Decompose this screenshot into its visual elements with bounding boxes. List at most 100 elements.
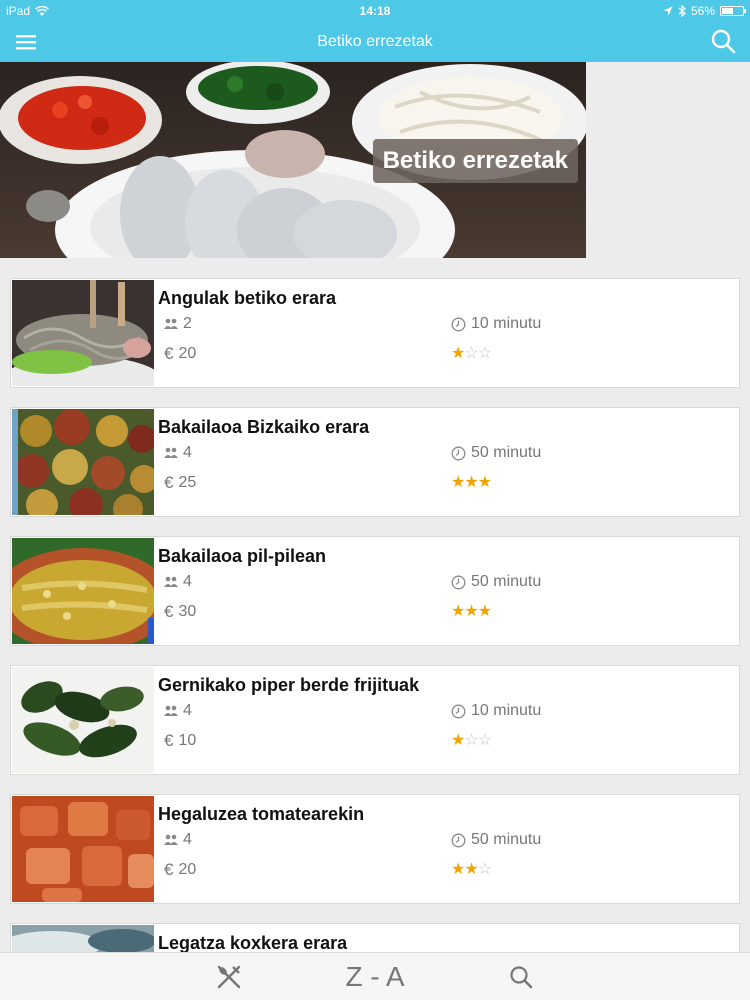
recipe-thumbnail <box>12 409 154 515</box>
prep-time: 50 minutu <box>451 573 541 591</box>
price-value: 30 <box>178 603 197 620</box>
price-value: 10 <box>178 732 197 749</box>
servings: 4 <box>164 831 192 849</box>
clock-icon <box>451 446 466 460</box>
search-icon <box>711 29 736 54</box>
euro-icon: € <box>164 344 174 363</box>
people-icon <box>164 705 178 716</box>
euro-icon: € <box>164 602 174 621</box>
recipe-card[interactable]: Angulak betiko erara 2 € 20 10 minutu ★☆… <box>10 278 740 388</box>
battery-percent: 56% <box>690 4 715 18</box>
time-value: 50 minutu <box>471 573 542 590</box>
servings-value: 4 <box>183 573 192 590</box>
tab-recipes[interactable] <box>212 961 246 993</box>
star-rating: ★★☆ <box>451 859 492 879</box>
price-value: 20 <box>178 345 197 362</box>
star-empty-icon: ☆ <box>477 345 492 362</box>
star-empty-icon: ☆ <box>464 732 478 749</box>
difficulty-rating: ★★☆ <box>451 859 492 879</box>
recipe-card[interactable]: Bakailaoa pil-pilean 4 € 30 50 minutu ★★… <box>10 536 740 646</box>
search-icon <box>510 966 533 989</box>
people-icon <box>164 576 178 587</box>
status-bar: iPad 14:18 56% <box>0 0 750 22</box>
difficulty-rating: ★☆☆ <box>451 730 492 750</box>
price: € 20 <box>164 344 196 364</box>
star-filled-icon: ★ <box>477 603 492 620</box>
people-icon <box>164 447 178 458</box>
recipe-card[interactable]: Bakailaoa Bizkaiko erara 4 € 25 50 minut… <box>10 407 740 517</box>
star-rating: ★☆☆ <box>451 343 492 363</box>
recipe-list[interactable]: Angulak betiko erara 2 € 20 10 minutu ★☆… <box>10 278 740 952</box>
servings-value: 2 <box>183 315 192 332</box>
star-rating: ★☆☆ <box>451 730 492 750</box>
battery-icon <box>720 6 746 16</box>
star-rating: ★★★ <box>451 472 492 492</box>
people-icon <box>164 318 178 329</box>
servings: 4 <box>164 573 192 591</box>
nav-title: Betiko errezetak <box>317 33 433 50</box>
prep-time: 10 minutu <box>451 315 541 333</box>
price: € 20 <box>164 860 196 880</box>
clock-icon <box>451 575 466 589</box>
recipe-thumbnail <box>12 538 154 644</box>
servings: 4 <box>164 444 192 462</box>
recipe-thumbnail <box>12 796 154 902</box>
star-filled-icon: ★ <box>464 603 478 620</box>
battery-level <box>722 8 734 14</box>
clock-icon <box>451 317 466 331</box>
recipe-title: Hegaluzea tomatearekin <box>158 804 365 824</box>
fork-knife-icon <box>217 965 241 989</box>
difficulty-rating: ★★★ <box>451 472 492 492</box>
price: € 10 <box>164 731 196 751</box>
time-value: 10 minutu <box>471 315 542 332</box>
star-filled-icon: ★ <box>477 474 492 491</box>
price-value: 25 <box>178 474 197 491</box>
recipe-thumbnail <box>12 925 154 952</box>
recipe-card[interactable]: Legatza koxkera erara <box>10 923 740 952</box>
star-filled-icon: ★ <box>451 345 465 362</box>
recipe-thumbnail <box>12 667 154 773</box>
clock-icon <box>451 833 466 847</box>
star-filled-icon: ★ <box>451 732 465 749</box>
servings-value: 4 <box>183 702 192 719</box>
time-value: 50 minutu <box>471 831 542 848</box>
star-filled-icon: ★ <box>451 603 465 620</box>
time-value: 50 minutu <box>471 444 542 461</box>
tab-sort[interactable]: Z - A <box>320 961 430 993</box>
bottom-tab-bar: Z - A <box>0 952 750 1000</box>
recipe-card[interactable]: Gernikako piper berde frijituak 4 € 10 1… <box>10 665 740 775</box>
recipe-title: Legatza koxkera erara <box>158 933 348 952</box>
euro-icon: € <box>164 473 174 492</box>
time-value: 10 minutu <box>471 702 542 719</box>
prep-time: 50 minutu <box>451 831 541 849</box>
star-filled-icon: ★ <box>451 474 465 491</box>
hero-banner[interactable]: Betiko errezetak <box>0 62 586 258</box>
bluetooth-icon <box>678 5 686 17</box>
star-rating: ★★★ <box>451 601 492 621</box>
search-button[interactable] <box>710 28 736 54</box>
star-filled-icon: ★ <box>464 861 478 878</box>
people-icon <box>164 834 178 845</box>
prep-time: 10 minutu <box>451 702 541 720</box>
star-empty-icon: ☆ <box>464 345 478 362</box>
prep-time: 50 minutu <box>451 444 541 462</box>
star-empty-icon: ☆ <box>477 732 492 749</box>
servings-value: 4 <box>183 831 192 848</box>
recipe-title: Angulak betiko erara <box>158 288 337 308</box>
navigation-bar: Betiko errezetak <box>0 22 750 62</box>
star-filled-icon: ★ <box>451 861 465 878</box>
star-filled-icon: ★ <box>464 474 478 491</box>
recipe-title: Gernikako piper berde frijituak <box>158 675 420 695</box>
difficulty-rating: ★★★ <box>451 601 492 621</box>
tab-search[interactable] <box>505 961 537 993</box>
recipe-title: Bakailaoa pil-pilean <box>158 546 327 566</box>
euro-icon: € <box>164 860 174 879</box>
price: € 25 <box>164 473 196 493</box>
recipe-title: Bakailaoa Bizkaiko erara <box>158 417 370 437</box>
recipe-thumbnail <box>12 280 154 386</box>
servings: 4 <box>164 702 192 720</box>
status-time: 14:18 <box>359 4 391 18</box>
location-arrow-icon <box>663 6 673 16</box>
recipe-card[interactable]: Hegaluzea tomatearekin 4 € 20 50 minutu … <box>10 794 740 904</box>
euro-icon: € <box>164 731 174 750</box>
